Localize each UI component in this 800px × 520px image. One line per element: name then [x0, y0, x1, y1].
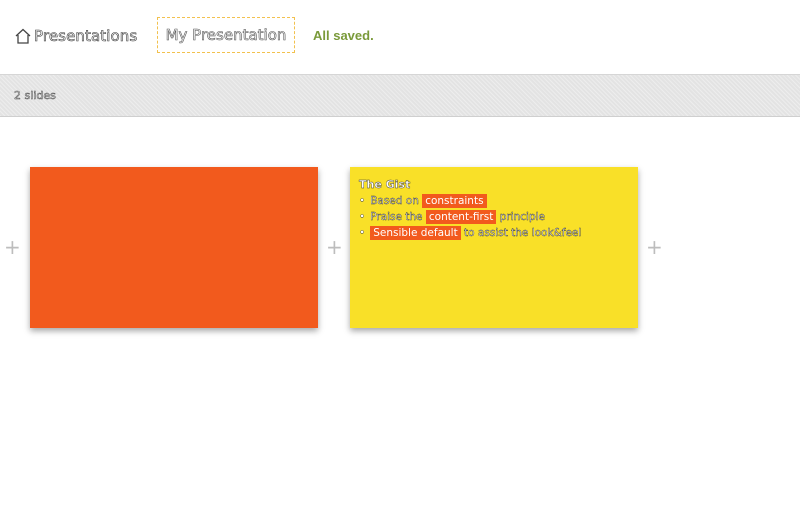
slide-bullets: Based on constraints Praise the content-…	[359, 193, 629, 241]
add-slide-button-3[interactable]: +	[646, 236, 663, 258]
highlight: Sensible default	[370, 226, 461, 240]
add-slide-button-2[interactable]: +	[326, 236, 343, 258]
bullet-item: Sensible default to assist the look&feel	[359, 225, 629, 241]
slide-thumbnail-1[interactable]	[30, 167, 318, 328]
save-status: All saved.	[313, 28, 374, 43]
slide-count: 2 slides	[14, 89, 56, 103]
top-bar: Presentations My Presentation All saved.	[0, 0, 800, 74]
presentation-title: My Presentation	[165, 26, 287, 45]
presentations-label: Presentations	[34, 27, 138, 46]
slide-title: The Gist	[359, 178, 411, 191]
presentations-link[interactable]: Presentations	[14, 26, 138, 46]
slides-toolbar: 2 slides	[0, 74, 800, 117]
bullet-item: Praise the content-first principle	[359, 209, 629, 225]
slide-thumbnail-2[interactable]: The Gist Based on constraints Praise the…	[350, 167, 638, 328]
bullet-item: Based on constraints	[359, 193, 629, 209]
highlight: content-first	[425, 210, 497, 224]
add-slide-button-1[interactable]: +	[4, 236, 21, 258]
presentation-title-field[interactable]: My Presentation	[157, 17, 295, 53]
highlight: constraints	[422, 194, 487, 208]
home-icon	[14, 27, 32, 45]
